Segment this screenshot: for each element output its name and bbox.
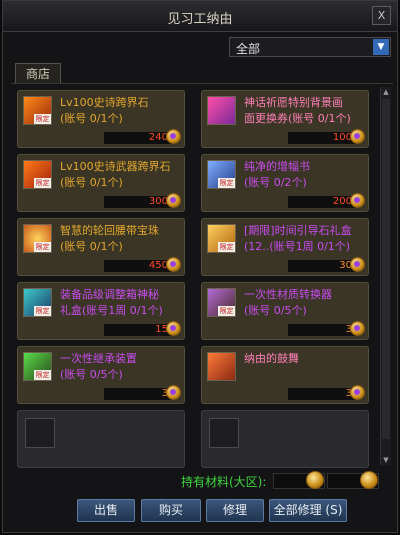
shop-window: 见习工纳由 X 全部 ▼ 商店 限定 Lv100史诗跨界石 (账号 0/1个) … bbox=[2, 0, 398, 533]
item-name: 装备品级调整箱神秘 bbox=[60, 288, 159, 301]
empty-slot-icon bbox=[209, 418, 239, 448]
item-name: 纯净的增幅书 bbox=[244, 160, 310, 173]
limited-tag: 限定 bbox=[34, 178, 51, 188]
close-button[interactable]: X bbox=[372, 6, 391, 25]
list-item[interactable]: 限定 装备品级调整箱神秘 礼盒(账号1周 0/1个) 15 bbox=[17, 282, 185, 340]
scrollbar[interactable]: ▲ ▼ bbox=[380, 87, 391, 465]
item-name: Lv100史诗跨界石 bbox=[60, 96, 149, 109]
item-price: 100 bbox=[332, 132, 352, 143]
limited-tag: 限定 bbox=[34, 370, 51, 380]
inherit-device-icon: 限定 bbox=[23, 352, 52, 381]
list-item[interactable]: 纳由的鼓舞 3 bbox=[201, 346, 369, 404]
item-limit: (账号 0/1个) bbox=[60, 240, 123, 253]
list-item[interactable]: 限定 一次性材质转换器 (账号 0/5个) 3 bbox=[201, 282, 369, 340]
item-name: 一次性材质转换器 bbox=[244, 288, 332, 301]
item-name: 一次性继承装置 bbox=[60, 352, 137, 365]
list-item[interactable]: 神话祈愿特别背景画 面更换券(账号 0/1个) 100 bbox=[201, 90, 369, 148]
scroll-thumb[interactable] bbox=[382, 99, 390, 439]
empty-slot-icon bbox=[25, 418, 55, 448]
currency-coin-icon bbox=[350, 257, 365, 272]
empty-slot bbox=[17, 410, 185, 468]
tab-shop[interactable]: 商店 bbox=[15, 63, 61, 84]
list-item[interactable]: 限定 [期限]时间引导石礼盒 (12..(账号1周 0/1个) 30 bbox=[201, 218, 369, 276]
belt-orb-icon: 限定 bbox=[23, 224, 52, 253]
encouragement-icon bbox=[207, 352, 236, 381]
limited-tag: 限定 bbox=[218, 242, 235, 252]
item-price: 200 bbox=[332, 196, 352, 207]
item-limit: (账号 0/5个) bbox=[60, 368, 123, 381]
category-filter-select[interactable]: 全部 ▼ bbox=[229, 37, 391, 57]
list-item[interactable]: 限定 Lv100史诗跨界石 (账号 0/1个) 240 bbox=[17, 90, 185, 148]
amplify-book-icon: 限定 bbox=[207, 160, 236, 189]
currency-coin-icon bbox=[350, 129, 365, 144]
item-limit: (账号 0/2个) bbox=[244, 176, 307, 189]
currency-coin-icon bbox=[166, 257, 181, 272]
scroll-up-icon[interactable]: ▲ bbox=[381, 87, 391, 97]
list-item[interactable]: 限定 一次性继承装置 (账号 0/5个) 3 bbox=[17, 346, 185, 404]
epic-stone-icon: 限定 bbox=[23, 96, 52, 125]
item-price: 300 bbox=[148, 196, 168, 207]
gift-box-icon: 限定 bbox=[207, 224, 236, 253]
currency-coin-icon bbox=[350, 385, 365, 400]
scroll-down-icon[interactable]: ▼ bbox=[381, 455, 391, 465]
limited-tag: 限定 bbox=[218, 306, 235, 316]
limited-tag: 限定 bbox=[34, 306, 51, 316]
empty-slot bbox=[201, 410, 369, 468]
currency-coin-icon bbox=[166, 129, 181, 144]
currency-coin-icon bbox=[166, 193, 181, 208]
item-limit: (账号 0/1个) bbox=[60, 112, 123, 125]
converter-tool-icon: 限定 bbox=[207, 288, 236, 317]
item-price: 450 bbox=[148, 260, 168, 271]
repair-button[interactable]: 修理 bbox=[206, 499, 264, 522]
list-item[interactable]: 限定 纯净的增幅书 (账号 0/2个) 200 bbox=[201, 154, 369, 212]
item-name: Lv100史诗武器跨界石 bbox=[60, 160, 171, 173]
item-limit: (12..(账号1周 0/1个) bbox=[244, 240, 351, 253]
currency-coin-icon bbox=[166, 385, 181, 400]
item-name: 神话祈愿特别背景画 bbox=[244, 96, 343, 109]
title-bar[interactable]: 见习工纳由 X bbox=[3, 1, 397, 32]
currency-coin-icon bbox=[350, 321, 365, 336]
list-item[interactable]: 限定 Lv100史诗武器跨界石 (账号 0/1个) 300 bbox=[17, 154, 185, 212]
item-limit: (账号 0/5个) bbox=[244, 304, 307, 317]
item-limit: 礼盒(账号1周 0/1个) bbox=[60, 304, 163, 317]
repair-all-button[interactable]: 全部修理 (S) bbox=[269, 499, 347, 522]
material-coin-icon bbox=[360, 471, 378, 489]
limited-tag: 限定 bbox=[218, 178, 235, 188]
list-item[interactable]: 限定 智慧的轮回腰带宝珠 (账号 0/1个) 450 bbox=[17, 218, 185, 276]
currency-coin-icon bbox=[166, 321, 181, 336]
item-limit: 面更换券(账号 0/1个) bbox=[244, 112, 351, 125]
item-name: 智慧的轮回腰带宝珠 bbox=[60, 224, 159, 237]
buy-button[interactable]: 购买 bbox=[141, 499, 201, 522]
material-label: 持有材料(大区): bbox=[181, 475, 267, 489]
mystery-box-icon: 限定 bbox=[23, 288, 52, 317]
item-price: 240 bbox=[148, 132, 168, 143]
chevron-down-icon[interactable]: ▼ bbox=[373, 39, 389, 55]
item-name: 纳由的鼓舞 bbox=[244, 352, 299, 365]
category-filter-value: 全部 bbox=[236, 42, 261, 56]
sell-button[interactable]: 出售 bbox=[77, 499, 135, 522]
item-name: [期限]时间引导石礼盒 bbox=[244, 224, 352, 237]
item-limit: (账号 0/1个) bbox=[60, 176, 123, 189]
epic-weapon-stone-icon: 限定 bbox=[23, 160, 52, 189]
background-voucher-icon bbox=[207, 96, 236, 125]
item-list: 限定 Lv100史诗跨界石 (账号 0/1个) 240 神话祈愿特别背景画 面更… bbox=[11, 83, 393, 468]
window-title: 见习工纳由 bbox=[167, 12, 233, 27]
limited-tag: 限定 bbox=[34, 242, 51, 252]
currency-coin-icon bbox=[350, 193, 365, 208]
material-coin-icon bbox=[306, 471, 324, 489]
limited-tag: 限定 bbox=[34, 114, 51, 124]
